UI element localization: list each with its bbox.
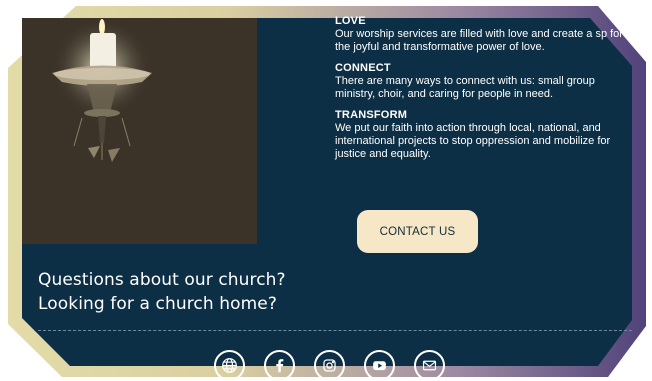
- section-transform: TRANSFORM We put our faith into action t…: [335, 109, 635, 161]
- globe-icon[interactable]: [214, 350, 245, 381]
- church-info: LOVE Our worship services are filled wit…: [335, 15, 635, 169]
- section-connect: CONNECT There are many ways to connect w…: [335, 62, 635, 101]
- section-heading: CONNECT: [335, 62, 391, 74]
- questions-block: Questions about our church? Looking for …: [38, 268, 286, 316]
- questions-line-2: Looking for a church home?: [38, 294, 277, 314]
- footer-divider: [38, 330, 632, 331]
- social-links: [214, 350, 445, 381]
- section-body: Our worship services are filled with lov…: [335, 28, 623, 53]
- contact-us-button[interactable]: CONTACT US: [357, 210, 478, 253]
- questions-line-1: Questions about our church?: [38, 270, 286, 290]
- section-body: We put our faith into action through loc…: [335, 122, 611, 160]
- email-icon[interactable]: [414, 350, 445, 381]
- section-love: LOVE Our worship services are filled wit…: [335, 15, 635, 54]
- facebook-icon[interactable]: [264, 350, 295, 381]
- candle-photo: [22, 18, 257, 244]
- section-heading: LOVE: [335, 15, 366, 27]
- section-body: There are many ways to connect with us: …: [335, 75, 595, 100]
- section-heading: TRANSFORM: [335, 109, 408, 121]
- youtube-icon[interactable]: [364, 350, 395, 381]
- instagram-icon[interactable]: [314, 350, 345, 381]
